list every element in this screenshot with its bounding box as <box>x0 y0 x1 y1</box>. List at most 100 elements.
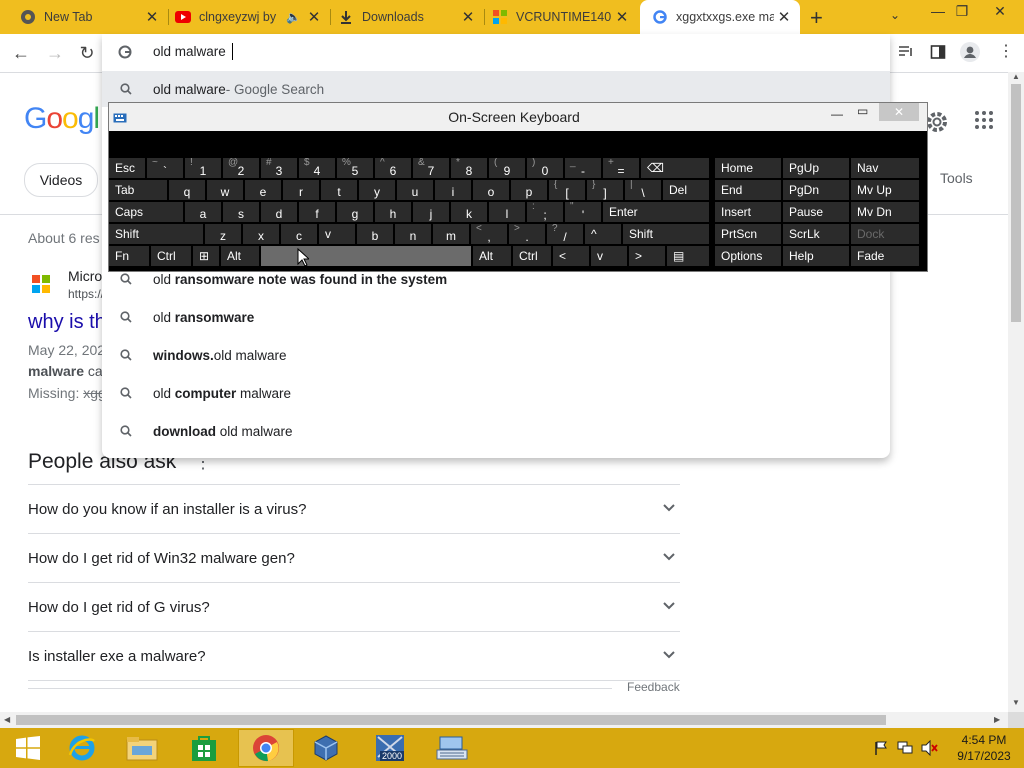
osk-key->[interactable]: > <box>629 246 665 266</box>
osk-key-z[interactable]: z <box>205 224 241 244</box>
restore-button[interactable]: ❐ <box>946 0 978 26</box>
suggestion-item[interactable]: old computer malware <box>102 375 890 411</box>
osk-key-mv-up[interactable]: Mv Up <box>851 180 919 200</box>
osk-key-4[interactable]: $4 <box>299 158 335 178</box>
osk-key-mv-dn[interactable]: Mv Dn <box>851 202 919 222</box>
osk-key-⌫[interactable]: ⌫ <box>641 158 709 178</box>
osk-key-s[interactable]: s <box>223 202 259 222</box>
osk-key-fade[interactable]: Fade <box>851 246 919 266</box>
osk-key-1[interactable]: ! 1 <box>185 158 221 178</box>
osk-key-pgup[interactable]: PgUp <box>783 158 849 178</box>
internet-explorer-icon[interactable] <box>54 729 110 767</box>
osk-key-v[interactable]: v <box>591 246 627 266</box>
paa-question[interactable]: How do you know if an installer is a vir… <box>28 485 680 534</box>
osk-key-][interactable]: }] <box>587 180 623 200</box>
osk-key-k[interactable]: k <box>451 202 487 222</box>
osk-key-l[interactable]: l <box>489 202 525 222</box>
osk-key-ctrl[interactable]: Ctrl <box>513 246 551 266</box>
settings-gear-icon[interactable] <box>925 110 949 137</box>
osk-key--[interactable]: _ - <box>565 158 601 178</box>
close-icon[interactable]: ✕ <box>612 8 632 26</box>
result-url[interactable]: https:// <box>68 287 104 301</box>
chip-videos[interactable]: Videos <box>24 163 98 197</box>
osk-key-pgdn[interactable]: PgDn <box>783 180 849 200</box>
tab-new-tab[interactable]: New Tab ✕ <box>0 0 168 34</box>
osk-key-d[interactable]: d <box>261 202 297 222</box>
close-icon[interactable]: ✕ <box>774 8 794 26</box>
osk-key-\[interactable]: | \ <box>625 180 661 200</box>
file-explorer-icon[interactable] <box>114 729 170 767</box>
osk-key-[[interactable]: {[ <box>549 180 585 200</box>
osk-key-⊞[interactable]: ⊞ <box>193 246 219 266</box>
osk-key-pause[interactable]: Pause <box>783 202 849 222</box>
osk-key-8[interactable]: * 8 <box>451 158 487 178</box>
osk-key-6[interactable]: ^ 6 <box>375 158 411 178</box>
horizontal-scroll-thumb[interactable] <box>16 715 886 725</box>
speaker-icon[interactable]: 🔈 <box>286 10 304 24</box>
scroll-left-arrow-icon[interactable]: ◀ <box>4 715 10 724</box>
osk-key-2[interactable]: @2 <box>223 158 259 178</box>
osk-key-end[interactable]: End <box>715 180 781 200</box>
osk-key-c[interactable]: c <box>281 224 317 244</box>
chrome-taskbar-icon[interactable] <box>238 729 294 767</box>
system-clock[interactable]: 4:54 PM 9/17/2023 <box>944 732 1024 764</box>
tab-google-search[interactable]: xggxtxxgs.exe ma ✕ <box>640 0 800 34</box>
osk-key-,[interactable]: <, <box>471 224 507 244</box>
osk-key-alt[interactable]: Alt <box>473 246 511 266</box>
new-tab-button[interactable]: + <box>810 5 823 31</box>
osk-key-'[interactable]: " ' <box>565 202 601 222</box>
osk-key-insert[interactable]: Insert <box>715 202 781 222</box>
osk-key-alt[interactable]: Alt <box>221 246 259 266</box>
osk-key-e[interactable]: e <box>245 180 281 200</box>
osk-key-5[interactable]: % 5 <box>337 158 373 178</box>
paa-question[interactable]: How do I get rid of G virus? <box>28 583 680 632</box>
vertical-scrollbar[interactable]: ▲ ▼ <box>1008 72 1024 712</box>
osk-key-help[interactable]: Help <box>783 246 849 266</box>
osk-key-dock[interactable]: Dock <box>851 224 919 244</box>
osk-key-esc[interactable]: Esc <box>109 158 145 178</box>
osk-key-options[interactable]: Options <box>715 246 781 266</box>
osk-key-0[interactable]: ) 0 <box>527 158 563 178</box>
osk-key-/[interactable]: ? / <box>547 224 583 244</box>
start-button[interactable] <box>0 729 56 767</box>
scroll-up-arrow-icon[interactable]: ▲ <box>1012 72 1020 81</box>
osk-key-shift[interactable]: Shift <box>623 224 709 244</box>
osk-key-shift[interactable]: Shift <box>109 224 203 244</box>
back-arrow-icon[interactable]: ← <box>10 42 32 64</box>
osk-key-g[interactable]: g <box>337 202 373 222</box>
tab-search-chevron-icon[interactable]: ⌄ <box>890 8 900 22</box>
osk-maximize-button[interactable]: ▭ <box>857 104 868 118</box>
on-screen-keyboard-taskbar-icon[interactable] <box>424 729 480 767</box>
scroll-right-arrow-icon[interactable]: ▶ <box>994 715 1000 724</box>
osk-key-prtscn[interactable]: PrtScn <box>715 224 781 244</box>
osk-key-a[interactable]: a <box>185 202 221 222</box>
osk-key-▤[interactable]: ▤ <box>667 246 709 266</box>
osk-key-m[interactable]: m <box>433 224 469 244</box>
osk-key-home[interactable]: Home <box>715 158 781 178</box>
osk-key-x[interactable]: x <box>243 224 279 244</box>
osk-key-ctrl[interactable]: Ctrl <box>151 246 191 266</box>
osk-key-7[interactable]: & 7 <box>413 158 449 178</box>
suggestion-item[interactable]: old ransomware <box>102 299 890 335</box>
google-logo[interactable]: Googl <box>24 102 100 136</box>
network-icon[interactable] <box>897 741 913 758</box>
forward-arrow-icon[interactable]: → <box>44 42 66 64</box>
media-queue-icon[interactable] <box>898 44 914 63</box>
osk-key-q[interactable]: q <box>169 180 205 200</box>
osk-key-h[interactable]: h <box>375 202 411 222</box>
feedback-link[interactable]: Feedback <box>627 680 680 694</box>
osk-key-w[interactable]: w <box>207 180 243 200</box>
osk-key-f[interactable]: f <box>299 202 335 222</box>
osk-minimize-button[interactable]: — <box>831 107 843 121</box>
osk-key-p[interactable]: p <box>511 180 547 200</box>
paa-question[interactable]: How do I get rid of Win32 malware gen? <box>28 534 680 583</box>
osk-key-caps[interactable]: Caps <box>109 202 183 222</box>
suggestion-item[interactable]: download old malware <box>102 413 890 449</box>
tab-vcruntime[interactable]: VCRUNTIME140.d ✕ <box>472 0 638 34</box>
horizontal-scrollbar[interactable]: ◀ ▶ <box>0 712 1008 728</box>
osk-close-button[interactable]: ✕ <box>879 103 919 121</box>
osk-key-tab[interactable]: Tab <box>109 180 167 200</box>
osk-key-nav[interactable]: Nav <box>851 158 919 178</box>
store-icon[interactable] <box>176 729 232 767</box>
suggestion-item[interactable]: windows.old malware <box>102 337 890 373</box>
